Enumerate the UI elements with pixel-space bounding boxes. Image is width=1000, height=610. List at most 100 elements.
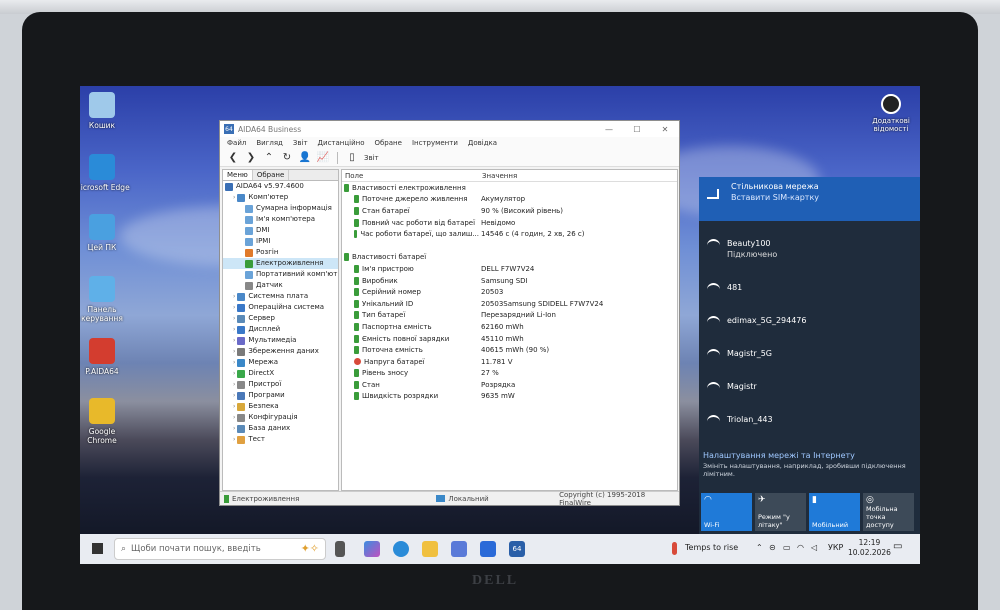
- task-view-icon[interactable]: [335, 541, 345, 557]
- expand-icon[interactable]: ›: [233, 434, 235, 445]
- expand-icon[interactable]: ›: [233, 423, 235, 434]
- property-row[interactable]: Унікальний ID 20503Samsung SDIDELL F7W7V2…: [342, 298, 677, 310]
- property-row[interactable]: Властивості електроживлення: [342, 182, 677, 194]
- property-row[interactable]: Ім'я пристрою DELL F7W7V24: [342, 263, 677, 275]
- mail-icon[interactable]: [480, 541, 496, 557]
- tree-item[interactable]: Електроживлення: [223, 258, 338, 269]
- minimize-button[interactable]: —: [595, 125, 623, 134]
- network-settings[interactable]: Налаштування мережі та Інтернету Змініть…: [699, 445, 920, 484]
- store-icon[interactable]: [451, 541, 467, 557]
- back-icon[interactable]: ❮: [224, 152, 242, 163]
- expand-icon[interactable]: ›: [233, 368, 235, 379]
- expand-icon[interactable]: ›: [233, 412, 235, 423]
- menu-item[interactable]: Файл: [222, 139, 251, 147]
- tree-item[interactable]: Портативний комп'ют: [223, 269, 338, 280]
- wifi-network[interactable]: edimax_5G_294476: [699, 306, 920, 339]
- language-indicator[interactable]: УКР: [828, 543, 843, 552]
- battery-icon[interactable]: ▭: [783, 543, 791, 552]
- wifi-network[interactable]: Beauty100 Підключено: [699, 229, 920, 273]
- property-row[interactable]: Стан Розрядка: [342, 379, 677, 391]
- close-button[interactable]: ✕: [651, 125, 679, 134]
- cellular-item[interactable]: Стільникова мережа Вставити SIM-картку: [699, 177, 920, 221]
- expand-icon[interactable]: ›: [233, 313, 235, 324]
- menu-item[interactable]: Звіт: [288, 139, 313, 147]
- search-input[interactable]: Щоби почати пошук, введіть: [131, 544, 261, 554]
- expand-icon[interactable]: ›: [233, 346, 235, 357]
- property-row[interactable]: Швидкість розрядки 9635 mW: [342, 391, 677, 403]
- expand-icon[interactable]: ›: [233, 324, 235, 335]
- property-row[interactable]: Ємність повної зарядки 45110 mWh: [342, 333, 677, 345]
- tree-item[interactable]: › Комп'ютер: [223, 192, 338, 203]
- tree-item[interactable]: › Системна плата: [223, 291, 338, 302]
- quick-action-tile[interactable]: ◠ Wi-Fi: [701, 493, 752, 531]
- refresh-icon[interactable]: ↻: [278, 152, 296, 163]
- property-row[interactable]: Властивості батареї: [342, 252, 677, 264]
- tree-item[interactable]: Датчик: [223, 280, 338, 291]
- tree-item[interactable]: › Мережа: [223, 357, 338, 368]
- menu-item[interactable]: Довідка: [463, 139, 502, 147]
- property-row[interactable]: Тип батареї Перезарядний Li-Ion: [342, 310, 677, 322]
- weather-text[interactable]: Temps to rise: [685, 543, 738, 552]
- property-row[interactable]: Час роботи батареї, що залиш... 14546 с (…: [342, 228, 677, 240]
- property-row[interactable]: Рівень зносу 27 %: [342, 368, 677, 380]
- tree-item[interactable]: › Тест: [223, 434, 338, 445]
- tree-item[interactable]: › Безпека: [223, 401, 338, 412]
- wifi-network[interactable]: 481: [699, 273, 920, 306]
- property-row[interactable]: Напруга батареї 11.781 V: [342, 356, 677, 368]
- column-value-header[interactable]: Значення: [479, 170, 517, 181]
- aida64-window[interactable]: 64 AIDA64 Business — ☐ ✕ Файл Вигляд Звіт Д…: [219, 120, 680, 507]
- start-icon[interactable]: [92, 543, 103, 554]
- menu-item[interactable]: Вигляд: [251, 139, 288, 147]
- user-icon[interactable]: 👤: [296, 152, 314, 163]
- desktop-icon[interactable]: Microsoft Edge: [80, 154, 130, 192]
- tree-item[interactable]: › База даних: [223, 423, 338, 434]
- maximize-button[interactable]: ☐: [623, 125, 651, 134]
- property-row[interactable]: Стан батареї 90 % (Високий рівень): [342, 205, 677, 217]
- tips-widget[interactable]: Додаткові відомості: [866, 94, 916, 133]
- chart-icon[interactable]: 📈: [314, 152, 332, 163]
- forward-icon[interactable]: ❯: [242, 152, 260, 163]
- property-row[interactable]: Виробник Samsung SDI: [342, 275, 677, 287]
- volume-icon[interactable]: ◁: [811, 543, 817, 552]
- desktop-icon[interactable]: P.AIDA64: [80, 338, 130, 376]
- expand-icon[interactable]: ›: [233, 401, 235, 412]
- notifications-icon[interactable]: ▭: [893, 541, 902, 552]
- tree-item[interactable]: Розгін: [223, 247, 338, 258]
- aida64-taskbar-icon[interactable]: 64: [509, 541, 525, 557]
- search-box[interactable]: ⌕ Щоби почати пошук, введіть ✦✧: [114, 538, 326, 560]
- tree-item[interactable]: › Конфігурація: [223, 412, 338, 423]
- quick-action-tile[interactable]: ▮ Мобільний: [809, 493, 860, 531]
- expand-icon[interactable]: ›: [233, 291, 235, 302]
- expand-icon[interactable]: ›: [233, 335, 235, 346]
- tree-item[interactable]: › Збереження даних: [223, 346, 338, 357]
- tree-item[interactable]: › DirectX: [223, 368, 338, 379]
- wifi-network[interactable]: Magistr: [699, 372, 920, 405]
- tree-item[interactable]: AIDA64 v5.97.4600: [223, 181, 338, 192]
- property-row[interactable]: Поточна ємність 40615 mWh (90 %): [342, 344, 677, 356]
- explorer-icon[interactable]: [422, 541, 438, 557]
- property-row[interactable]: [342, 240, 677, 252]
- expand-icon[interactable]: ›: [233, 390, 235, 401]
- tree-item[interactable]: › Пристрої: [223, 379, 338, 390]
- tab-favorites[interactable]: Обране: [253, 170, 290, 180]
- tab-menu[interactable]: Меню: [223, 170, 253, 180]
- network-settings-link[interactable]: Налаштування мережі та Інтернету: [703, 451, 916, 460]
- tree-item[interactable]: IPMI: [223, 236, 338, 247]
- shield-tray-icon[interactable]: ⊝: [769, 543, 776, 552]
- wifi-network[interactable]: Triolan_443: [699, 405, 920, 438]
- desktop-icon[interactable]: Панель керування: [80, 276, 130, 323]
- property-row[interactable]: Повний час роботи від батареї Невідомо: [342, 217, 677, 229]
- desktop-icon[interactable]: Google Chrome: [80, 398, 130, 445]
- property-row[interactable]: Поточне джерело живлення Акумулятор: [342, 194, 677, 206]
- desktop-icon[interactable]: Цей ПК: [80, 214, 130, 252]
- desktop-icon[interactable]: Кошик: [80, 92, 130, 130]
- clock[interactable]: 12:19 10.02.2026: [848, 538, 891, 558]
- up-icon[interactable]: ⌃: [260, 152, 278, 163]
- tree-item[interactable]: › Мультимедіа: [223, 335, 338, 346]
- tree-item[interactable]: Сумарна інформація: [223, 203, 338, 214]
- wifi-tray-icon[interactable]: ◠: [797, 543, 804, 552]
- window-titlebar[interactable]: 64 AIDA64 Business — ☐ ✕: [220, 121, 679, 137]
- menu-item[interactable]: Дистанційно: [313, 139, 370, 147]
- quick-action-tile[interactable]: ◎ Мобільна точка доступу: [863, 493, 914, 531]
- chevron-up-icon[interactable]: ⌃: [756, 543, 763, 552]
